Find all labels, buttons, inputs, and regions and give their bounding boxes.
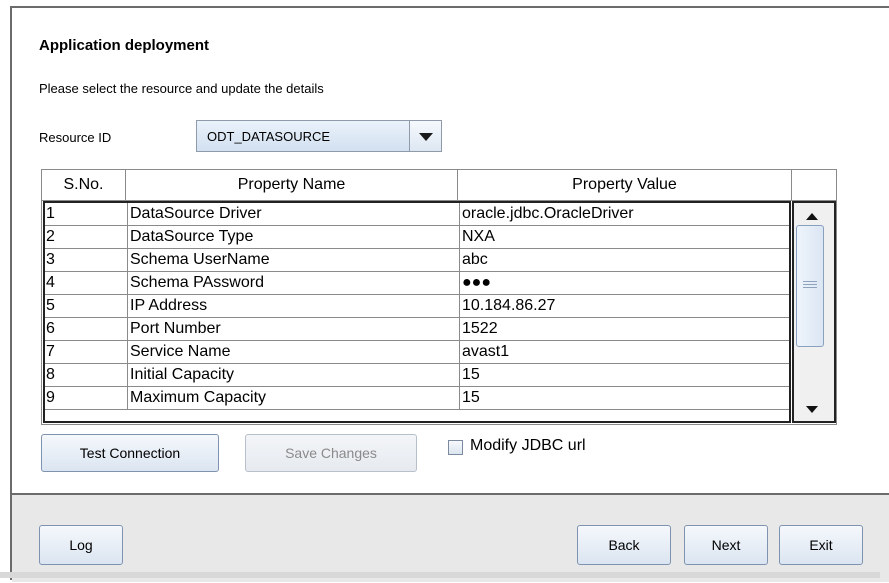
page-title: Application deployment xyxy=(39,37,210,54)
table-row[interactable]: 1 DataSource Driver oracle.jdbc.OracleDr… xyxy=(45,203,789,226)
cell-property-name: Initial Capacity xyxy=(128,364,460,386)
cell-sno: 3 xyxy=(45,249,128,271)
scrollbar-thumb[interactable] xyxy=(796,225,824,347)
grip-line xyxy=(803,281,817,282)
table-row[interactable]: 9 Maximum Capacity 15 xyxy=(45,387,789,410)
cell-property-name: Service Name xyxy=(128,341,460,363)
log-button[interactable]: Log xyxy=(39,525,123,565)
column-header-sno[interactable]: S.No. xyxy=(42,170,126,200)
cell-property-name: DataSource Driver xyxy=(128,203,460,225)
cell-property-value[interactable]: 15 xyxy=(460,387,789,409)
cell-sno: 2 xyxy=(45,226,128,248)
scroll-down-arrow-icon[interactable] xyxy=(806,406,818,413)
cell-property-name: Schema UserName xyxy=(128,249,460,271)
chevron-down-icon xyxy=(419,133,433,141)
scroll-up-arrow-icon[interactable] xyxy=(806,213,818,220)
cell-sno: 1 xyxy=(45,203,128,225)
table-vertical-scrollbar[interactable] xyxy=(792,201,836,423)
exit-button[interactable]: Exit xyxy=(779,525,863,565)
table-body: 1 DataSource Driver oracle.jdbc.OracleDr… xyxy=(43,201,791,423)
modify-jdbc-label[interactable]: Modify JDBC url xyxy=(470,437,586,455)
table-row[interactable]: 7 Service Name avast1 xyxy=(45,341,789,364)
column-header-filler xyxy=(792,170,836,200)
cell-sno: 5 xyxy=(45,295,128,317)
column-header-property-value[interactable]: Property Value xyxy=(458,170,792,200)
next-button[interactable]: Next xyxy=(684,525,768,565)
table-row[interactable]: 5 IP Address 10.184.86.27 xyxy=(45,295,789,318)
content-panel: Application deployment Please select the… xyxy=(12,8,889,492)
grip-line xyxy=(803,284,817,285)
table-header: S.No. Property Name Property Value xyxy=(42,170,836,201)
page-subtitle: Please select the resource and update th… xyxy=(39,81,324,96)
resource-id-dropdown[interactable]: ODT_DATASOURCE xyxy=(196,120,442,152)
modify-jdbc-checkbox[interactable] xyxy=(448,440,463,455)
save-changes-button[interactable]: Save Changes xyxy=(245,434,417,472)
cell-property-value[interactable]: ●●● xyxy=(460,272,789,294)
cell-property-value[interactable]: abc xyxy=(460,249,789,271)
cell-property-name: Port Number xyxy=(128,318,460,340)
bottom-shadow xyxy=(0,572,880,578)
cell-property-name: DataSource Type xyxy=(128,226,460,248)
cell-sno: 8 xyxy=(45,364,128,386)
grip-line xyxy=(803,287,817,288)
resource-id-value: ODT_DATASOURCE xyxy=(207,129,331,144)
dropdown-arrow-button[interactable] xyxy=(409,121,441,151)
properties-table: S.No. Property Name Property Value 1 Dat… xyxy=(41,169,837,425)
column-header-property-name[interactable]: Property Name xyxy=(126,170,458,200)
cell-sno: 7 xyxy=(45,341,128,363)
table-row[interactable]: 3 Schema UserName abc xyxy=(45,249,789,272)
cell-sno: 4 xyxy=(45,272,128,294)
cell-sno: 6 xyxy=(45,318,128,340)
wizard-frame: Application deployment Please select the… xyxy=(10,6,889,582)
cell-property-value[interactable]: 1522 xyxy=(460,318,789,340)
cell-property-name: IP Address xyxy=(128,295,460,317)
table-row[interactable]: 8 Initial Capacity 15 xyxy=(45,364,789,387)
cell-property-name: Maximum Capacity xyxy=(128,387,460,409)
cell-property-value[interactable]: avast1 xyxy=(460,341,789,363)
test-connection-button[interactable]: Test Connection xyxy=(41,434,219,472)
back-button[interactable]: Back xyxy=(577,525,671,565)
cell-property-value[interactable]: NXA xyxy=(460,226,789,248)
cell-property-value[interactable]: 15 xyxy=(460,364,789,386)
resource-id-label: Resource ID xyxy=(39,130,112,145)
cell-property-name: Schema PAssword xyxy=(128,272,460,294)
table-row[interactable]: 2 DataSource Type NXA xyxy=(45,226,789,249)
table-row[interactable]: 6 Port Number 1522 xyxy=(45,318,789,341)
cell-sno: 9 xyxy=(45,387,128,409)
table-row[interactable]: 4 Schema PAssword ●●● xyxy=(45,272,789,295)
cell-property-value[interactable]: oracle.jdbc.OracleDriver xyxy=(460,203,789,225)
footer-bar: Log Back Next Exit xyxy=(12,493,889,582)
cell-property-value[interactable]: 10.184.86.27 xyxy=(460,295,789,317)
